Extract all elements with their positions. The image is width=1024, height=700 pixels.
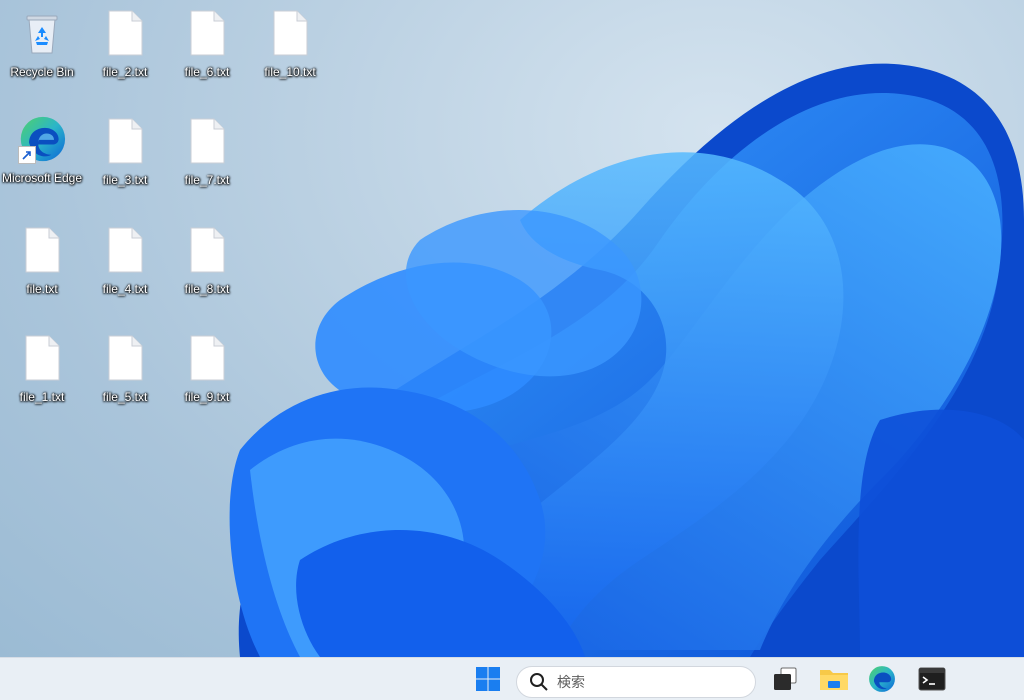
text-file-icon: [101, 225, 149, 275]
edge-icon: [869, 666, 895, 692]
icon-label: file_3.txt: [102, 173, 148, 187]
text-file-icon: [183, 225, 231, 275]
icon-label: file_9.txt: [184, 390, 230, 404]
file-shortcut[interactable]: file_8.txt: [166, 225, 248, 325]
task-view-icon: [774, 667, 797, 690]
text-file-icon: [183, 8, 231, 58]
icon-label: file.txt: [26, 282, 58, 296]
text-file-icon: [183, 333, 231, 383]
edge-taskbar-button[interactable]: [862, 658, 902, 700]
icon-label: file_6.txt: [184, 65, 230, 79]
edge-shortcut[interactable]: Microsoft Edge: [1, 114, 83, 214]
shortcut-arrow-icon: [18, 146, 36, 164]
file-shortcut[interactable]: file_3.txt: [84, 116, 166, 216]
text-file-icon: [101, 8, 149, 58]
recycle-bin-icon: [18, 8, 66, 58]
start-icon: [476, 667, 500, 691]
file-shortcut[interactable]: file_2.txt: [84, 8, 166, 108]
text-file-icon: [183, 116, 231, 166]
search-box[interactable]: 検索: [516, 666, 756, 698]
icon-label: file_4.txt: [102, 282, 148, 296]
icon-label: file_5.txt: [102, 390, 148, 404]
icon-label: file_7.txt: [184, 173, 230, 187]
icon-label: file_10.txt: [264, 65, 316, 79]
terminal-icon: [918, 667, 946, 691]
text-file-icon: [18, 225, 66, 275]
edge-icon: [18, 114, 66, 164]
text-file-icon: [18, 333, 66, 383]
file-shortcut[interactable]: file_6.txt: [166, 8, 248, 108]
text-file-icon: [101, 116, 149, 166]
file-shortcut[interactable]: file_1.txt: [1, 333, 83, 433]
file-shortcut[interactable]: file_9.txt: [166, 333, 248, 433]
icon-label: file_2.txt: [102, 65, 148, 79]
icon-label: file_1.txt: [19, 390, 65, 404]
text-file-icon: [266, 8, 314, 58]
search-icon: [530, 673, 548, 691]
file-shortcut[interactable]: file_5.txt: [84, 333, 166, 433]
text-file-icon: [101, 333, 149, 383]
icon-label: file_8.txt: [184, 282, 230, 296]
file-shortcut[interactable]: file_7.txt: [166, 116, 248, 216]
icon-label: Microsoft Edge: [1, 171, 83, 185]
taskbar: 検索: [0, 657, 1024, 700]
search-placeholder: 検索: [557, 674, 585, 690]
start-button[interactable]: [470, 658, 506, 700]
desktop[interactable]: Recycle Bin file_2.txt file_6.txt file_1…: [0, 0, 1024, 657]
file-shortcut[interactable]: file_4.txt: [84, 225, 166, 325]
file-shortcut[interactable]: file_10.txt: [249, 8, 331, 108]
task-view-button[interactable]: [766, 658, 804, 700]
terminal-button[interactable]: [912, 658, 952, 700]
file-shortcut[interactable]: file.txt: [1, 225, 83, 325]
icon-label: Recycle Bin: [10, 65, 74, 79]
file-explorer-button[interactable]: [814, 658, 854, 700]
file-explorer-icon: [820, 670, 848, 690]
recycle-bin-shortcut[interactable]: Recycle Bin: [1, 8, 83, 108]
